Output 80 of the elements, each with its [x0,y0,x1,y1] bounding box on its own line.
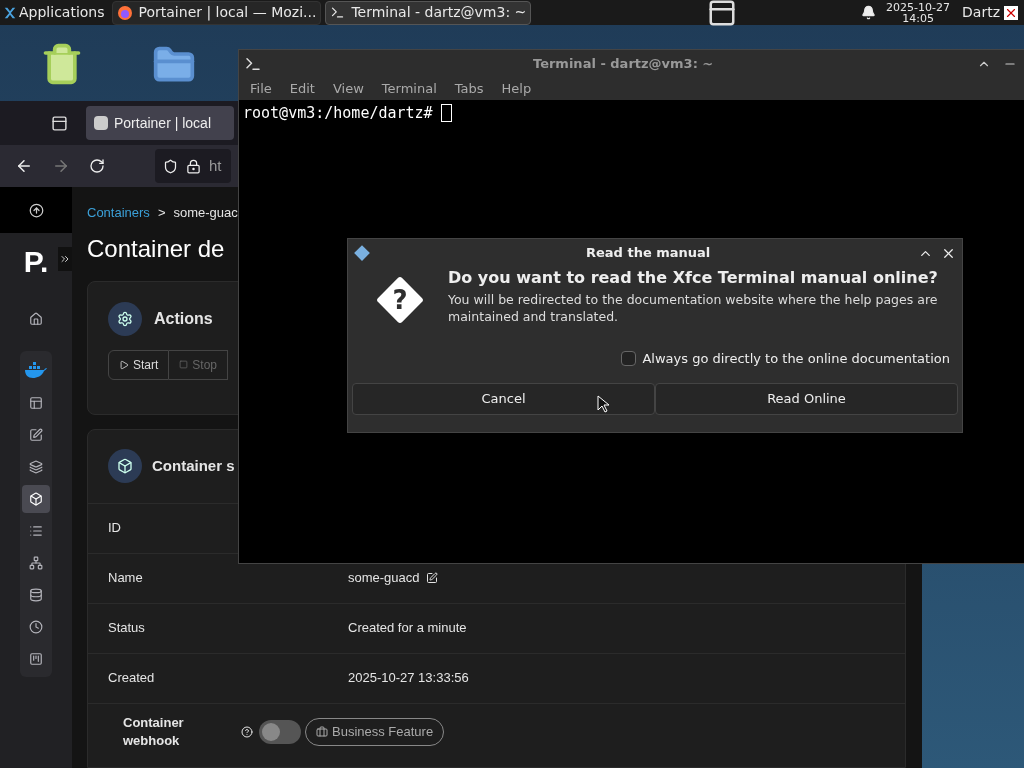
menu-item[interactable]: Help [501,79,532,99]
webhook-toggle[interactable] [259,719,301,744]
terminal-icon [330,5,346,20]
menu-item[interactable]: File [250,79,272,99]
tab-list-icon[interactable] [51,114,68,132]
terminal-icon [244,55,262,73]
home-icon [29,312,43,326]
webhook-label: Container webhook [123,713,185,750]
menu-item[interactable]: Edit [289,79,315,99]
taskbar-button[interactable]: Portainer | local — Mozi... [111,0,322,25]
events-icon [29,620,43,634]
edit-icon[interactable] [425,572,438,584]
chevrons-icon [59,253,71,265]
row-value: some-guacd [348,569,420,588]
notification-icon [861,5,877,20]
play-icon [119,359,129,370]
logout-icon[interactable] [1004,5,1018,20]
page-title: Container de [87,234,225,263]
badge-text: Business Feature [332,722,434,741]
back-icon[interactable] [15,157,33,175]
browser-icon [116,4,133,21]
user-name[interactable]: Dartz [962,2,1000,23]
reload-icon[interactable] [89,158,105,174]
help-icon[interactable] [241,725,253,738]
question-icon: ? [375,275,425,325]
breadcrumb-separator: > [157,204,166,222]
panel-time: 14:05 [902,12,934,24]
checkbox[interactable] [621,351,637,367]
window-title: Terminal - dartz@vm3: ~ [533,55,714,74]
row-value: Created for a minute [348,619,467,638]
applications-menu[interactable]: Applications [0,0,108,25]
images-icon [29,524,43,538]
workspace-icon [707,0,738,28]
host-icon [29,652,43,666]
expand-button[interactable] [58,247,72,271]
dialog-button[interactable]: Cancel [352,382,655,415]
row-label: Status [107,619,146,638]
dialog-heading: Do you want to read the Xfce Terminal manual online? [448,267,939,289]
xfce-icon [3,5,17,20]
row-value: 2025-10-27 13:33:56 [348,669,469,688]
terminal-prompt: root@vm3:/home/dartz# [243,103,433,124]
text-cursor [440,104,452,123]
square-icon [179,360,189,369]
containers-icon [29,492,43,506]
sidebar-item[interactable] [22,485,50,513]
networks-icon [29,556,43,570]
url-field[interactable]: ht [155,149,231,183]
volumes-icon [29,588,43,602]
breadcrumb-current: some-guac [173,204,238,222]
dialog-button[interactable]: Read Online [655,382,958,415]
portainer-logo: P. [23,247,49,277]
panel-date: 2025-10-27 [886,1,951,13]
upgrade-icon[interactable] [28,202,44,218]
briefcase-icon [316,725,328,738]
row-label: Created [107,669,156,688]
browser-tab[interactable]: Portainer | local [86,106,234,140]
cube-icon [108,449,142,483]
templates-icon [29,428,43,442]
action-button[interactable]: Start [108,349,170,380]
row-label: ID [107,519,122,538]
dialog-body: You will be redirected to the documentation website where the help pages are maintained and translated. [448,291,939,325]
breadcrumb-link[interactable]: Containers [87,203,150,223]
dialog-title: Read the manual [586,244,711,263]
checkbox-label[interactable]: Always go directly to the online documentation [642,349,950,369]
card-title: Actions [154,308,213,329]
whale-icon [24,361,48,379]
shield-icon [163,158,178,174]
lock-icon [186,158,201,174]
dashboard-icon [29,396,43,410]
gear-icon [108,301,142,336]
card-title: Container s [152,455,235,476]
forward-icon[interactable] [52,157,70,175]
taskbar-button[interactable]: Terminal - dartz@vm3: ~ [325,0,532,25]
menu-item[interactable]: Terminal [381,79,437,99]
app-diamond-icon [353,244,371,262]
mouse-cursor-icon [597,395,609,413]
menu-item[interactable]: Tabs [454,79,484,99]
stacks-icon [29,460,43,474]
menu-item[interactable]: View [332,79,364,99]
row-label: Name [107,569,144,588]
